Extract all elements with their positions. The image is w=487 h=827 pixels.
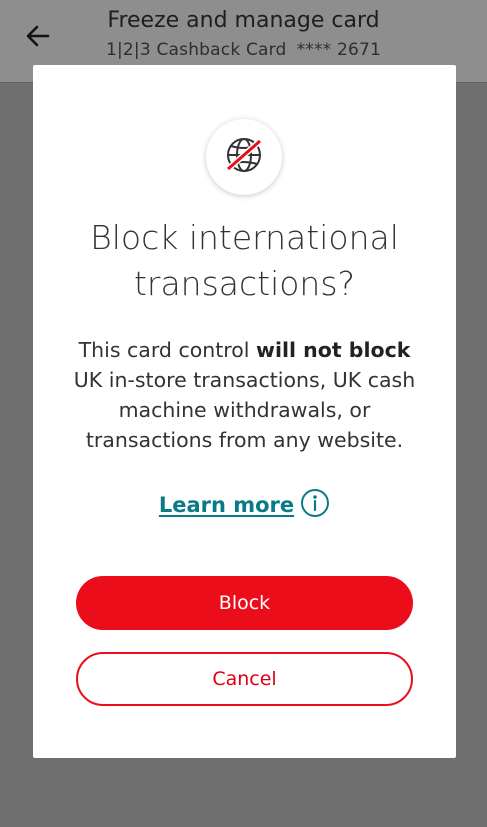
card-number: **** 2671: [296, 40, 382, 60]
globe-blocked-icon: [224, 135, 264, 179]
info-icon[interactable]: [300, 488, 330, 522]
card-subtitle: 1|2|3 Cashback Card **** 2671: [0, 40, 487, 60]
card-name: 1|2|3 Cashback Card: [105, 40, 287, 60]
body-bold: will not block: [256, 338, 411, 362]
body-suffix: UK in-store transactions, UK cash machin…: [73, 368, 416, 452]
icon-badge: [206, 119, 282, 195]
block-international-dialog: Block international transactions? This c…: [33, 65, 456, 758]
dialog-title: Block international transactions?: [90, 218, 399, 303]
cancel-button[interactable]: Cancel: [76, 652, 413, 706]
page-title: Freeze and manage card: [107, 8, 380, 33]
dialog-body: This card control will not block UK in-s…: [63, 335, 426, 455]
learn-more-link[interactable]: Learn more: [159, 493, 294, 517]
learn-more-row: Learn more: [33, 488, 456, 522]
block-button[interactable]: Block: [76, 576, 413, 630]
body-prefix: This card control: [78, 338, 257, 362]
